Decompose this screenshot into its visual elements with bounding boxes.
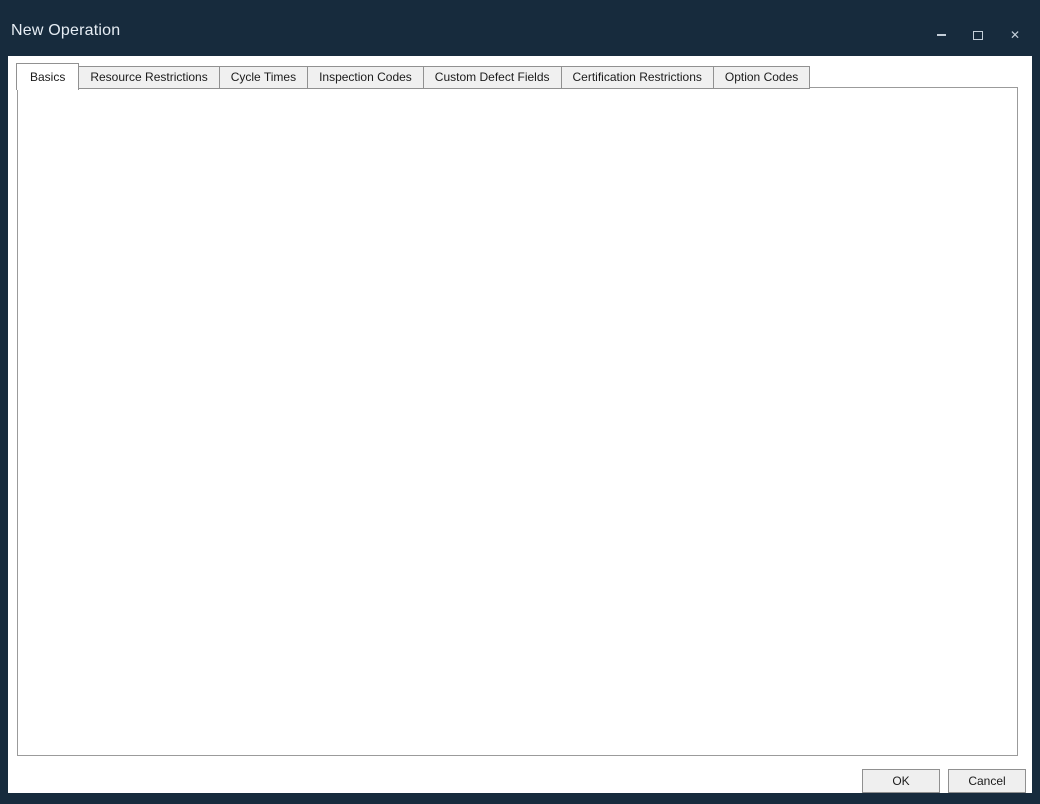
minimize-button[interactable] xyxy=(934,28,948,42)
tab-inspection-codes[interactable]: Inspection Codes xyxy=(307,66,424,89)
window-controls: ✕ xyxy=(934,28,1022,42)
minimize-icon xyxy=(937,34,946,36)
ok-button[interactable]: OK xyxy=(862,769,940,793)
tab-page-basics xyxy=(17,87,1018,756)
close-button[interactable]: ✕ xyxy=(1008,28,1022,42)
window-title: New Operation xyxy=(11,22,120,40)
tab-cycle-times[interactable]: Cycle Times xyxy=(219,66,308,89)
maximize-icon xyxy=(973,31,983,40)
tab-resource-restrictions[interactable]: Resource Restrictions xyxy=(78,66,219,89)
tab-custom-defect-fields[interactable]: Custom Defect Fields xyxy=(423,66,562,89)
close-icon: ✕ xyxy=(1010,28,1020,42)
tab-certification-restrictions[interactable]: Certification Restrictions xyxy=(561,66,714,89)
cancel-button[interactable]: Cancel xyxy=(948,769,1026,793)
maximize-button[interactable] xyxy=(971,28,985,42)
tab-strip: Basics Resource Restrictions Cycle Times… xyxy=(17,63,810,89)
tab-option-codes[interactable]: Option Codes xyxy=(713,66,810,89)
tab-basics[interactable]: Basics xyxy=(16,63,79,90)
